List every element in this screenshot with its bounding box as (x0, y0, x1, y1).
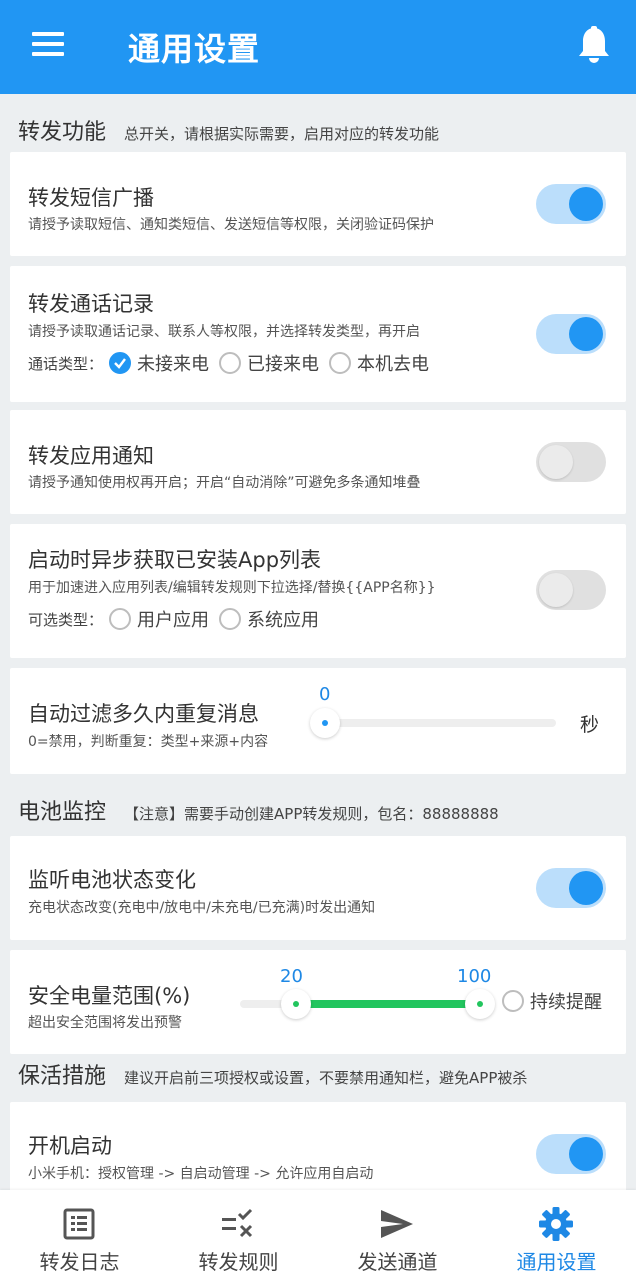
menu-icon[interactable] (30, 30, 70, 62)
section-title: 转发功能 (18, 120, 107, 145)
card-boot-start: 开机启动 小米手机：授权管理 -> 自启动管理 -> 允许应用自启动 (10, 1102, 626, 1190)
toggle-forward-app-notify[interactable] (536, 442, 606, 482)
dedupe-slider-track[interactable] (320, 719, 556, 727)
option-missed-call[interactable]: 未接来电 (109, 350, 209, 376)
section-keepalive-header: 保活措施 建议开启前三项授权或设置，不要禁用通知栏，避免APP被杀 (18, 1058, 527, 1098)
section-note: 总开关，请根据实际需要，启用对应的转发功能 (124, 125, 440, 143)
toggle-boot-start[interactable] (536, 1134, 606, 1174)
app-bar: 通用设置 (0, 0, 636, 94)
card-description: 0=禁用，判断重复：类型+来源+内容 (28, 734, 269, 750)
card-battery-change: 监听电池状态变化 充电状态改变(充电中/放电中/未充电/已充满)时发出通知 (10, 836, 626, 940)
checkbox-icon (219, 608, 242, 630)
card-forward-sms: 转发短信广播 请授予读取短信、通知类短信、发送短信等权限，关闭验证码保护 (10, 152, 626, 256)
card-description: 用于加速进入应用列表/编辑转发规则下拉选择/替换{{APP名称}} (28, 580, 436, 596)
checkbox-icon (329, 352, 352, 374)
card-title: 转发通话记录 (28, 292, 154, 316)
card-title: 转发应用通知 (28, 444, 154, 468)
toggle-forward-calls[interactable] (536, 314, 606, 354)
checkbox-icon (109, 608, 132, 630)
gear-icon (539, 1207, 573, 1241)
dedupe-slider-thumb[interactable] (310, 708, 340, 738)
range-max-thumb[interactable] (465, 989, 495, 1019)
option-user-apps[interactable]: 用户应用 (109, 606, 209, 632)
bottom-navigation: 转发日志 转发规则 发送通道 通用设置 (0, 1190, 636, 1280)
option-label: 未接来电 (137, 354, 210, 375)
nav-label: 转发规则 (198, 1250, 279, 1274)
card-title: 自动过滤多久内重复消息 (28, 702, 259, 726)
slider-unit: 秒 (580, 714, 600, 736)
bell-icon[interactable] (576, 26, 612, 66)
card-description: 请授予读取通话记录、联系人等权限，并选择转发类型，再开启 (28, 324, 420, 340)
option-system-apps[interactable]: 系统应用 (219, 606, 319, 632)
card-description: 请授予通知使用权再开启；开启“自动消除”可避免多条通知堆叠 (28, 475, 421, 491)
checkbox-icon (109, 352, 132, 374)
battery-range-fill (296, 1000, 480, 1008)
call-type-row: 通话类型： 未接来电 已接来电 本机去电 (28, 350, 439, 376)
toggle-forward-sms[interactable] (536, 184, 606, 224)
card-forward-calls: 转发通话记录 请授予读取通话记录、联系人等权限，并选择转发类型，再开启 通话类型… (10, 266, 626, 402)
call-type-label: 通话类型： (28, 354, 104, 373)
section-battery-header: 电池监控 【注意】需要手动创建APP转发规则，包名：88888888 (18, 794, 499, 834)
card-title: 转发短信广播 (28, 186, 154, 210)
nav-send-channel[interactable]: 发送通道 (318, 1190, 477, 1280)
card-dedupe: 自动过滤多久内重复消息 0=禁用，判断重复：类型+来源+内容 0 秒 (10, 668, 626, 774)
toggle-app-list[interactable] (536, 570, 606, 610)
range-min-thumb[interactable] (281, 989, 311, 1019)
option-label: 本机去电 (357, 354, 430, 375)
option-label: 持续提醒 (530, 992, 602, 1013)
option-outgoing-call[interactable]: 本机去电 (329, 350, 429, 376)
option-received-call[interactable]: 已接来电 (219, 350, 319, 376)
option-label: 用户应用 (137, 610, 210, 631)
app-type-row: 可选类型： 用户应用 系统应用 (28, 606, 329, 632)
card-description: 请授予读取短信、通知类短信、发送短信等权限，关闭验证码保护 (28, 217, 434, 233)
checkbox-icon (502, 990, 524, 1012)
range-min-value: 20 (280, 966, 303, 987)
card-description: 超出安全范围将发出预警 (28, 1015, 182, 1031)
persist-remind-checkbox[interactable]: 持续提醒 (502, 988, 602, 1014)
rule-icon (222, 1208, 253, 1238)
nav-forward-log[interactable]: 转发日志 (0, 1190, 159, 1280)
card-battery-range: 安全电量范围(%) 超出安全范围将发出预警 20 100 持续提醒 (10, 950, 626, 1054)
settings-content[interactable]: 转发功能 总开关，请根据实际需要，启用对应的转发功能 转发短信广播 请授予读取短… (0, 94, 636, 1190)
card-app-list: 启动时异步获取已安装App列表 用于加速进入应用列表/编辑转发规则下拉选择/替换… (10, 524, 626, 658)
section-forward-header: 转发功能 总开关，请根据实际需要，启用对应的转发功能 (18, 114, 439, 154)
nav-general-settings[interactable]: 通用设置 (477, 1190, 636, 1280)
section-title: 保活措施 (18, 1064, 107, 1089)
section-note: 【注意】需要手动创建APP转发规则，包名：88888888 (124, 805, 499, 823)
send-icon (381, 1210, 413, 1238)
card-forward-app-notify: 转发应用通知 请授予通知使用权再开启；开启“自动消除”可避免多条通知堆叠 (10, 410, 626, 514)
range-max-value: 100 (457, 966, 492, 987)
option-label: 系统应用 (247, 610, 320, 631)
page-title: 通用设置 (128, 30, 261, 68)
nav-label: 通用设置 (516, 1250, 597, 1274)
toggle-battery-change[interactable] (536, 868, 606, 908)
nav-label: 发送通道 (357, 1250, 438, 1274)
checkbox-icon (219, 352, 242, 374)
section-title: 电池监控 (18, 800, 107, 825)
card-description: 小米手机：授权管理 -> 自启动管理 -> 允许应用自启动 (28, 1166, 374, 1182)
section-note: 建议开启前三项授权或设置，不要禁用通知栏，避免APP被杀 (124, 1069, 528, 1087)
nav-forward-rules[interactable]: 转发规则 (159, 1190, 318, 1280)
option-label: 已接来电 (247, 354, 320, 375)
nav-label: 转发日志 (39, 1250, 120, 1274)
list-alt-icon (63, 1208, 95, 1240)
app-type-label: 可选类型： (28, 610, 104, 629)
card-title: 安全电量范围(%) (28, 984, 191, 1008)
slider-value: 0 (319, 684, 331, 705)
card-title: 启动时异步获取已安装App列表 (28, 548, 322, 572)
card-description: 充电状态改变(充电中/放电中/未充电/已充满)时发出通知 (28, 900, 376, 916)
card-title: 开机启动 (28, 1134, 112, 1158)
card-title: 监听电池状态变化 (28, 868, 196, 892)
